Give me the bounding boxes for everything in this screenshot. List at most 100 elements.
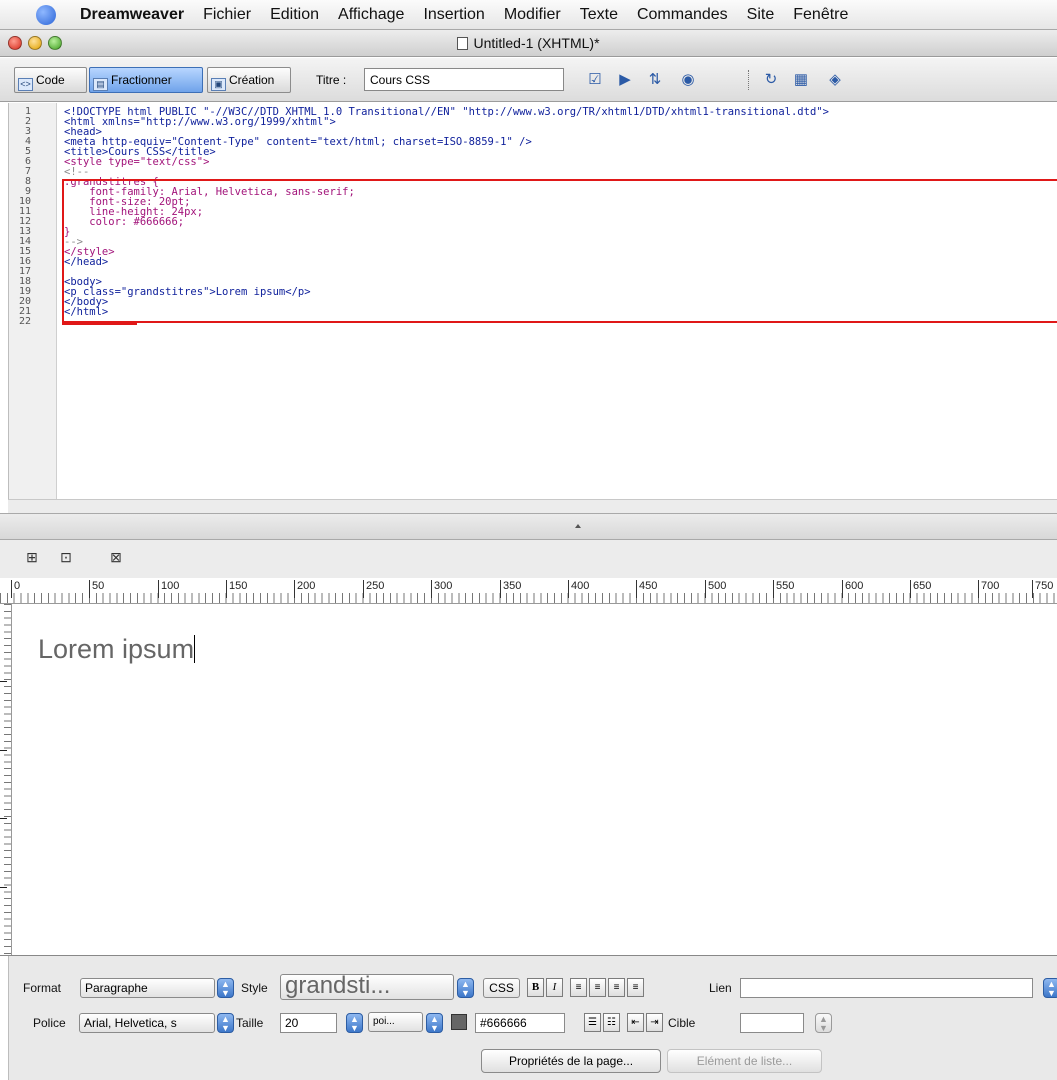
page-properties-button[interactable]: Propriétés de la page...	[481, 1049, 661, 1073]
refresh-icon[interactable]: ↻	[760, 71, 782, 89]
ruler-label: 700	[978, 580, 999, 598]
table-mode-icon[interactable]: ⊞	[22, 548, 42, 566]
ruler-major-tick	[0, 750, 7, 751]
title-input[interactable]	[364, 68, 564, 91]
menu-edition[interactable]: Edition	[270, 6, 319, 24]
document-toolbar: <>Code ▤Fractionner ▣Création Titre : ☑ …	[0, 58, 1057, 102]
text-color-input[interactable]: #666666	[475, 1013, 565, 1033]
code-horizontal-scrollbar[interactable]	[8, 499, 1057, 513]
style-select-arrows-icon[interactable]: ▲ ▼	[457, 978, 474, 998]
code-view-button[interactable]: <> Code	[14, 67, 87, 93]
design-view-label: Création	[229, 73, 275, 87]
menu-texte[interactable]: Texte	[580, 6, 618, 24]
text-color-swatch[interactable]	[451, 1014, 467, 1030]
outdent-icon[interactable]: ⇤	[627, 1013, 644, 1032]
paragraph-grandstitres[interactable]: Lorem ipsum	[38, 633, 196, 665]
layout-mode-icon[interactable]: ⊠	[106, 548, 126, 566]
split-view-button[interactable]: ▤ Fractionner	[89, 67, 203, 93]
check-browser-icon[interactable]: ▶	[614, 71, 636, 89]
ruler-label: 750	[1032, 580, 1053, 598]
preview-browser-icon[interactable]: ◉	[677, 71, 699, 89]
target-label: Cible	[668, 1016, 696, 1030]
size-input[interactable]: 20	[280, 1013, 337, 1033]
ruler-label: 300	[431, 580, 452, 598]
ruler-label: 150	[226, 580, 247, 598]
menu-app-name[interactable]: Dreamweaver	[80, 6, 184, 24]
ruler-label: 400	[568, 580, 589, 598]
target-input[interactable]	[740, 1013, 804, 1033]
ruler-label: 350	[500, 580, 521, 598]
bold-button[interactable]: B	[527, 978, 544, 997]
unit-select-arrows-icon[interactable]: ▲ ▼	[426, 1013, 443, 1033]
code-view-label: Code	[36, 73, 65, 87]
size-select-arrows-icon[interactable]: ▲ ▼	[346, 1013, 363, 1033]
design-view-button[interactable]: ▣ Création	[207, 67, 291, 93]
format-select[interactable]: Paragraphe	[80, 978, 215, 998]
splitter-grip-icon[interactable]	[575, 524, 581, 528]
style-block-highlight	[62, 179, 1057, 323]
menu-insertion[interactable]: Insertion	[423, 6, 484, 24]
ruler-major-tick	[0, 818, 7, 819]
css-button[interactable]: CSS	[483, 978, 520, 998]
unit-select[interactable]: poi...	[368, 1012, 423, 1032]
menu-fichier[interactable]: Fichier	[203, 6, 251, 24]
ruler-label: 200	[294, 580, 315, 598]
visual-aids-icon[interactable]: ◈	[824, 71, 846, 89]
file-management-icon[interactable]: ⇅	[644, 71, 666, 89]
align-left-icon[interactable]: ≡	[570, 978, 587, 997]
italic-button[interactable]: I	[546, 978, 563, 997]
ruler-label: 500	[705, 580, 726, 598]
align-justify-icon[interactable]: ≡	[627, 978, 644, 997]
ruler-label: 650	[910, 580, 931, 598]
align-right-icon[interactable]: ≡	[608, 978, 625, 997]
menu-affichage[interactable]: Affichage	[338, 6, 404, 24]
design-toolbar: ⊞ ⊡ ⊠	[0, 540, 1057, 578]
ruler-major-tick	[0, 681, 7, 682]
style-select[interactable]: grandsti...	[280, 974, 454, 1000]
unordered-list-icon[interactable]: ☰	[584, 1013, 601, 1032]
menu-site[interactable]: Site	[747, 6, 775, 24]
insert-layer-icon[interactable]: ⊡	[56, 548, 76, 566]
text-caret	[194, 635, 196, 663]
size-label: Taille	[236, 1016, 264, 1030]
indent-icon[interactable]: ⇥	[646, 1013, 663, 1032]
code-line: <html xmlns="http://www.w3.org/1999/xhtm…	[64, 116, 336, 128]
format-select-arrows-icon[interactable]: ▲ ▼	[217, 978, 234, 998]
ruler-label: 600	[842, 580, 863, 598]
toolbar-separator	[748, 70, 749, 90]
link-browse-icon[interactable]: ▲ ▼	[1043, 978, 1057, 998]
menu-fenetre[interactable]: Fenêtre	[793, 6, 848, 24]
link-label: Lien	[709, 981, 732, 995]
ruler-label: 0	[11, 580, 20, 598]
apple-menu-icon[interactable]	[36, 4, 56, 25]
menu-commandes[interactable]: Commandes	[637, 6, 728, 24]
ruler-label: 550	[773, 580, 794, 598]
link-input[interactable]	[740, 978, 1033, 998]
style-block-highlight-underline	[62, 323, 137, 325]
validate-markup-icon[interactable]: ☑	[584, 71, 606, 89]
list-item-button[interactable]: Elément de liste...	[667, 1049, 822, 1073]
split-divider[interactable]	[0, 513, 1057, 540]
paragraph-text: Lorem ipsum	[38, 634, 195, 664]
format-label: Format	[23, 981, 62, 995]
line-number: 22	[18, 316, 31, 327]
ruler-label: 450	[636, 580, 657, 598]
design-canvas[interactable]: Lorem ipsum	[13, 605, 1057, 955]
title-label: Titre :	[316, 73, 347, 87]
vertical-ruler	[0, 604, 12, 956]
document-icon	[457, 37, 469, 50]
code-view[interactable]: 1 2 3 4 5 6 7 8 9 10 11 12 13 14 15 16 1…	[8, 103, 1057, 499]
split-view-icon: ▤	[93, 78, 108, 91]
target-select-arrows-icon[interactable]: ▲ ▼	[815, 1013, 832, 1033]
align-center-icon[interactable]: ≡	[589, 978, 606, 997]
horizontal-ruler: 0 50 100 150 200 250 300 350 400 450 500…	[0, 578, 1057, 604]
font-select-arrows-icon[interactable]: ▲ ▼	[217, 1013, 234, 1033]
font-select[interactable]: Arial, Helvetica, s	[79, 1013, 215, 1033]
menu-modifier[interactable]: Modifier	[504, 6, 561, 24]
ruler-major-tick	[0, 887, 7, 888]
ordered-list-icon[interactable]: ☷	[603, 1013, 620, 1032]
view-options-icon[interactable]: ▦	[790, 71, 812, 89]
design-view-icon: ▣	[211, 78, 226, 91]
window-title-text: Untitled-1 (XHTML)*	[473, 35, 600, 51]
font-label: Police	[33, 1016, 66, 1030]
